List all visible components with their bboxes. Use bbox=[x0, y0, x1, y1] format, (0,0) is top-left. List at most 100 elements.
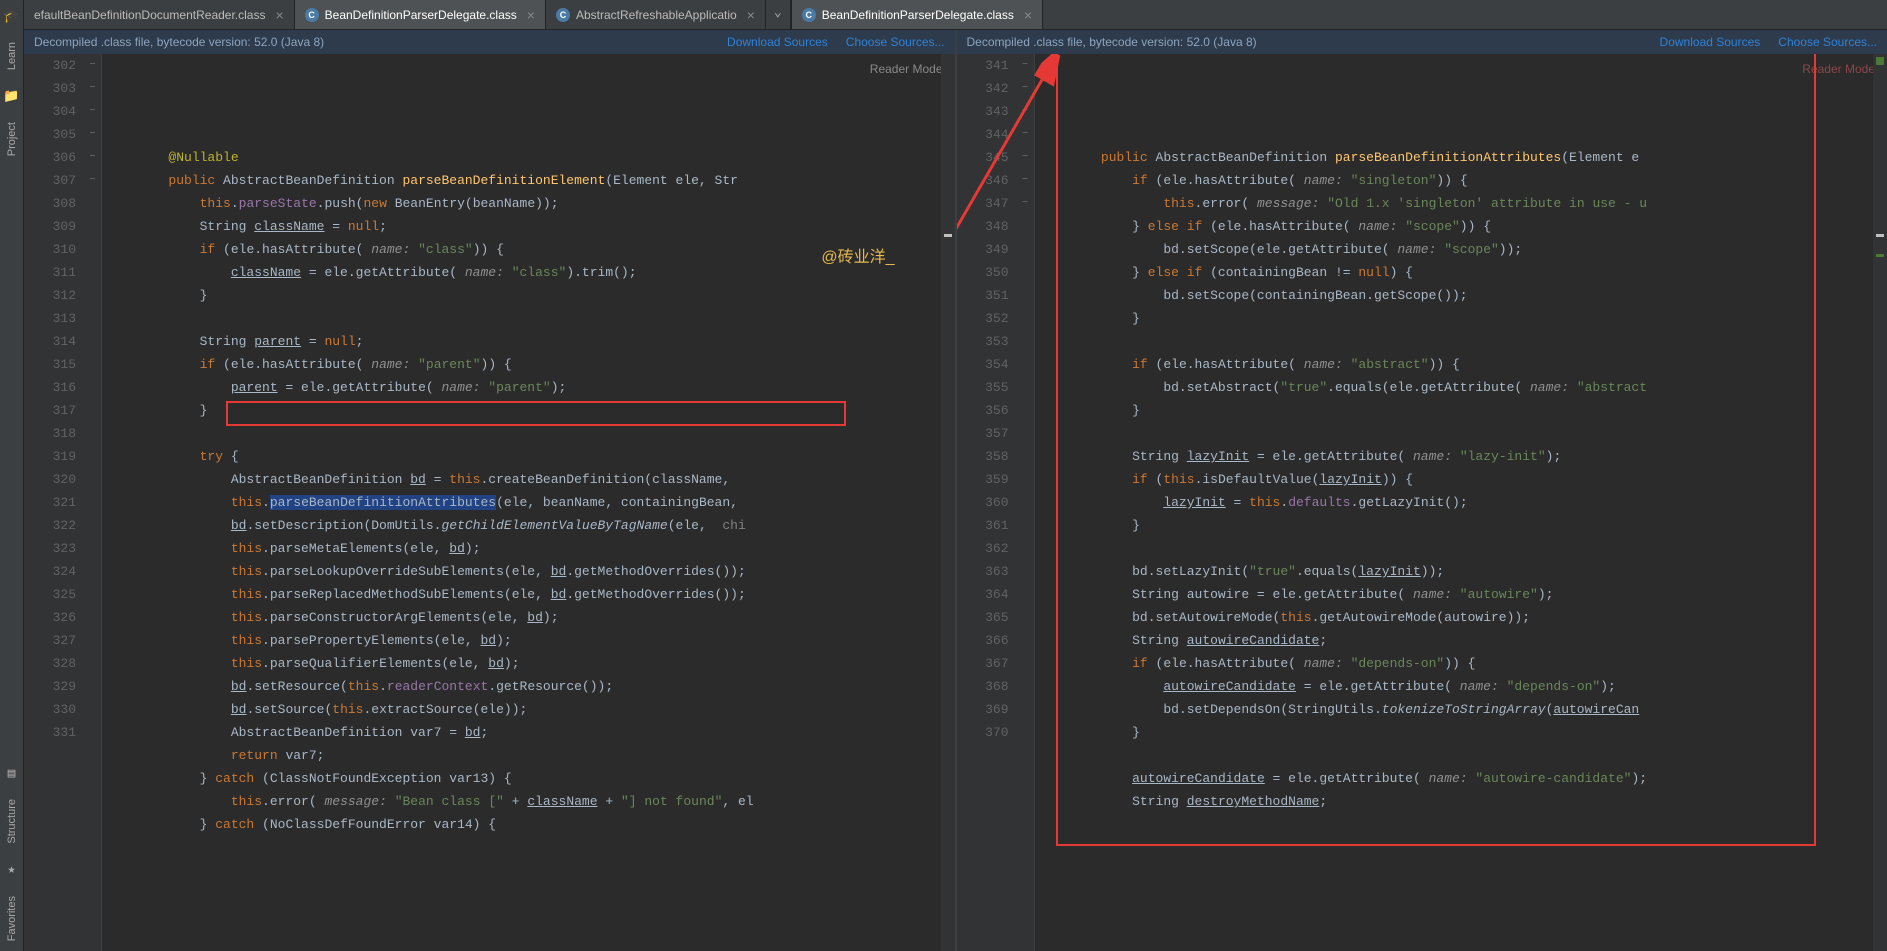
fold-toggle-icon[interactable]: − bbox=[84, 146, 101, 169]
code-line[interactable]: bd.setScope(containingBean.getScope()); bbox=[1039, 284, 1887, 307]
code-line[interactable]: return var7; bbox=[106, 744, 955, 767]
code-line[interactable]: this.parseReplacedMethodSubElements(ele,… bbox=[106, 583, 955, 606]
code-line[interactable]: if (ele.hasAttribute( name: "abstract"))… bbox=[1039, 353, 1887, 376]
code-line[interactable]: } else if (ele.hasAttribute( name: "scop… bbox=[1039, 215, 1887, 238]
fold-toggle-icon[interactable]: − bbox=[84, 54, 101, 77]
fold-gutter-left[interactable]: −−−−−− bbox=[84, 54, 102, 951]
code-line[interactable]: bd.setAbstract("true".equals(ele.getAttr… bbox=[1039, 376, 1887, 399]
code-line[interactable]: this.parseLookupOverrideSubElements(ele,… bbox=[106, 560, 955, 583]
code-line[interactable]: autowireCandidate = ele.getAttribute( na… bbox=[1039, 675, 1887, 698]
code-line[interactable] bbox=[1039, 537, 1887, 560]
choose-sources-link[interactable]: Choose Sources... bbox=[1778, 35, 1877, 49]
tab-left-1[interactable]: CBeanDefinitionParserDelegate.class× bbox=[295, 0, 546, 29]
code-line[interactable]: @Nullable bbox=[106, 146, 955, 169]
code-line[interactable]: AbstractBeanDefinition bd = this.createB… bbox=[106, 468, 955, 491]
code-line[interactable]: this.parseBeanDefinitionAttributes(ele, … bbox=[106, 491, 955, 514]
code-line[interactable]: } else if (containingBean != null) { bbox=[1039, 261, 1887, 284]
fold-toggle-icon[interactable]: − bbox=[84, 169, 101, 192]
structure-icon[interactable]: ▤ bbox=[4, 765, 20, 781]
code-line[interactable]: bd.setScope(ele.getAttribute( name: "sco… bbox=[1039, 238, 1887, 261]
reader-mode-badge[interactable]: Reader Mode bbox=[870, 58, 943, 81]
code-line[interactable] bbox=[1039, 744, 1887, 767]
code-line[interactable] bbox=[1039, 123, 1887, 146]
code-line[interactable]: String autowire = ele.getAttribute( name… bbox=[1039, 583, 1887, 606]
code-line[interactable]: this.error( message: "Old 1.x 'singleton… bbox=[1039, 192, 1887, 215]
fold-toggle-icon[interactable]: − bbox=[1017, 54, 1034, 77]
code-line[interactable] bbox=[106, 422, 955, 445]
project-icon[interactable]: 📁 bbox=[4, 88, 20, 104]
code-line[interactable]: bd.setSource(this.extractSource(ele)); bbox=[106, 698, 955, 721]
code-line[interactable]: this.parsePropertyElements(ele, bd); bbox=[106, 629, 955, 652]
code-area-left[interactable]: Reader Mode @砖业洋_ @Nullable public Abstr… bbox=[102, 54, 955, 951]
download-sources-link[interactable]: Download Sources bbox=[1660, 35, 1761, 49]
tabs-overflow-dropdown[interactable]: ⌄ bbox=[766, 0, 790, 29]
code-line[interactable]: this.parseConstructorArgElements(ele, bd… bbox=[106, 606, 955, 629]
code-line[interactable]: } bbox=[1039, 399, 1887, 422]
code-line[interactable]: } bbox=[106, 399, 955, 422]
code-line[interactable]: } catch (ClassNotFoundException var13) { bbox=[106, 767, 955, 790]
rail-learn[interactable]: Learn bbox=[4, 32, 20, 80]
close-icon[interactable]: × bbox=[275, 7, 283, 23]
fold-toggle-icon[interactable]: − bbox=[84, 123, 101, 146]
code-line[interactable]: } catch (NoClassDefFoundError var14) { bbox=[106, 813, 955, 836]
code-line[interactable]: bd.setResource(this.readerContext.getRes… bbox=[106, 675, 955, 698]
code-line[interactable]: String className = null; bbox=[106, 215, 955, 238]
close-icon[interactable]: × bbox=[527, 7, 535, 23]
choose-sources-link[interactable]: Choose Sources... bbox=[846, 35, 945, 49]
fold-toggle-icon[interactable]: − bbox=[84, 100, 101, 123]
fold-gutter-right[interactable]: −−−−−−− bbox=[1017, 54, 1035, 951]
code-line[interactable]: lazyInit = this.defaults.getLazyInit(); bbox=[1039, 491, 1887, 514]
close-icon[interactable]: × bbox=[747, 7, 755, 23]
code-line[interactable]: } bbox=[106, 284, 955, 307]
tab-left-0[interactable]: efaultBeanDefinitionDocumentReader.class… bbox=[24, 0, 295, 29]
code-line[interactable]: if (ele.hasAttribute( name: "parent")) { bbox=[106, 353, 955, 376]
code-line[interactable]: autowireCandidate = ele.getAttribute( na… bbox=[1039, 767, 1887, 790]
fold-toggle-icon[interactable]: − bbox=[1017, 123, 1034, 146]
code-line[interactable]: parent = ele.getAttribute( name: "parent… bbox=[106, 376, 955, 399]
code-line[interactable]: if (ele.hasAttribute( name: "class")) { bbox=[106, 238, 955, 261]
fold-toggle-icon[interactable]: − bbox=[84, 77, 101, 100]
code-line[interactable] bbox=[1039, 330, 1887, 353]
code-line[interactable]: } bbox=[1039, 307, 1887, 330]
code-line[interactable]: bd.setDependsOn(StringUtils.tokenizeToSt… bbox=[1039, 698, 1887, 721]
code-line[interactable]: this.parseMetaElements(ele, bd); bbox=[106, 537, 955, 560]
rail-structure[interactable]: Structure bbox=[4, 789, 20, 854]
code-line[interactable]: String lazyInit = ele.getAttribute( name… bbox=[1039, 445, 1887, 468]
rail-project[interactable]: Project bbox=[4, 112, 20, 166]
code-line[interactable]: className = ele.getAttribute( name: "cla… bbox=[106, 261, 955, 284]
code-line[interactable] bbox=[106, 307, 955, 330]
code-area-right[interactable]: Reader Mode public AbstractBeanDefinitio… bbox=[1035, 54, 1887, 951]
code-line[interactable]: public AbstractBeanDefinition parseBeanD… bbox=[106, 169, 955, 192]
favorites-icon[interactable]: ★ bbox=[4, 862, 20, 878]
code-line[interactable]: bd.setAutowireMode(this.getAutowireMode(… bbox=[1039, 606, 1887, 629]
code-line[interactable]: String autowireCandidate; bbox=[1039, 629, 1887, 652]
fold-toggle-icon[interactable]: − bbox=[1017, 100, 1034, 123]
fold-toggle-icon[interactable]: − bbox=[1017, 169, 1034, 192]
code-line[interactable]: public AbstractBeanDefinition parseBeanD… bbox=[1039, 146, 1887, 169]
code-line[interactable]: bd.setLazyInit("true".equals(lazyInit)); bbox=[1039, 560, 1887, 583]
tab-left-2[interactable]: CAbstractRefreshableApplicatio× bbox=[546, 0, 766, 29]
tab-right-0[interactable]: CBeanDefinitionParserDelegate.class× bbox=[792, 0, 1043, 29]
close-icon[interactable]: × bbox=[1024, 7, 1032, 23]
code-line[interactable]: if (ele.hasAttribute( name: "depends-on"… bbox=[1039, 652, 1887, 675]
code-line[interactable]: this.parseState.push(new BeanEntry(beanN… bbox=[106, 192, 955, 215]
code-line[interactable]: String destroyMethodName; bbox=[1039, 790, 1887, 813]
reader-mode-badge[interactable]: Reader Mode bbox=[1802, 58, 1875, 81]
code-line[interactable]: String parent = null; bbox=[106, 330, 955, 353]
code-line[interactable]: bd.setDescription(DomUtils.getChildEleme… bbox=[106, 514, 955, 537]
code-line[interactable]: try { bbox=[106, 445, 955, 468]
code-line[interactable]: if (ele.hasAttribute( name: "singleton")… bbox=[1039, 169, 1887, 192]
rail-favorites[interactable]: Favorites bbox=[4, 886, 20, 951]
fold-toggle-icon[interactable]: − bbox=[1017, 146, 1034, 169]
marker-strip-left[interactable] bbox=[941, 54, 955, 951]
code-line[interactable]: this.error( message: "Bean class [" + cl… bbox=[106, 790, 955, 813]
code-line[interactable]: if (this.isDefaultValue(lazyInit)) { bbox=[1039, 468, 1887, 491]
code-line[interactable]: AbstractBeanDefinition var7 = bd; bbox=[106, 721, 955, 744]
download-sources-link[interactable]: Download Sources bbox=[727, 35, 828, 49]
code-line[interactable] bbox=[1039, 422, 1887, 445]
code-line[interactable]: } bbox=[1039, 514, 1887, 537]
fold-toggle-icon[interactable]: − bbox=[1017, 192, 1034, 215]
code-line[interactable]: } bbox=[1039, 721, 1887, 744]
fold-toggle-icon[interactable]: − bbox=[1017, 77, 1034, 100]
code-line[interactable]: this.parseQualifierElements(ele, bd); bbox=[106, 652, 955, 675]
